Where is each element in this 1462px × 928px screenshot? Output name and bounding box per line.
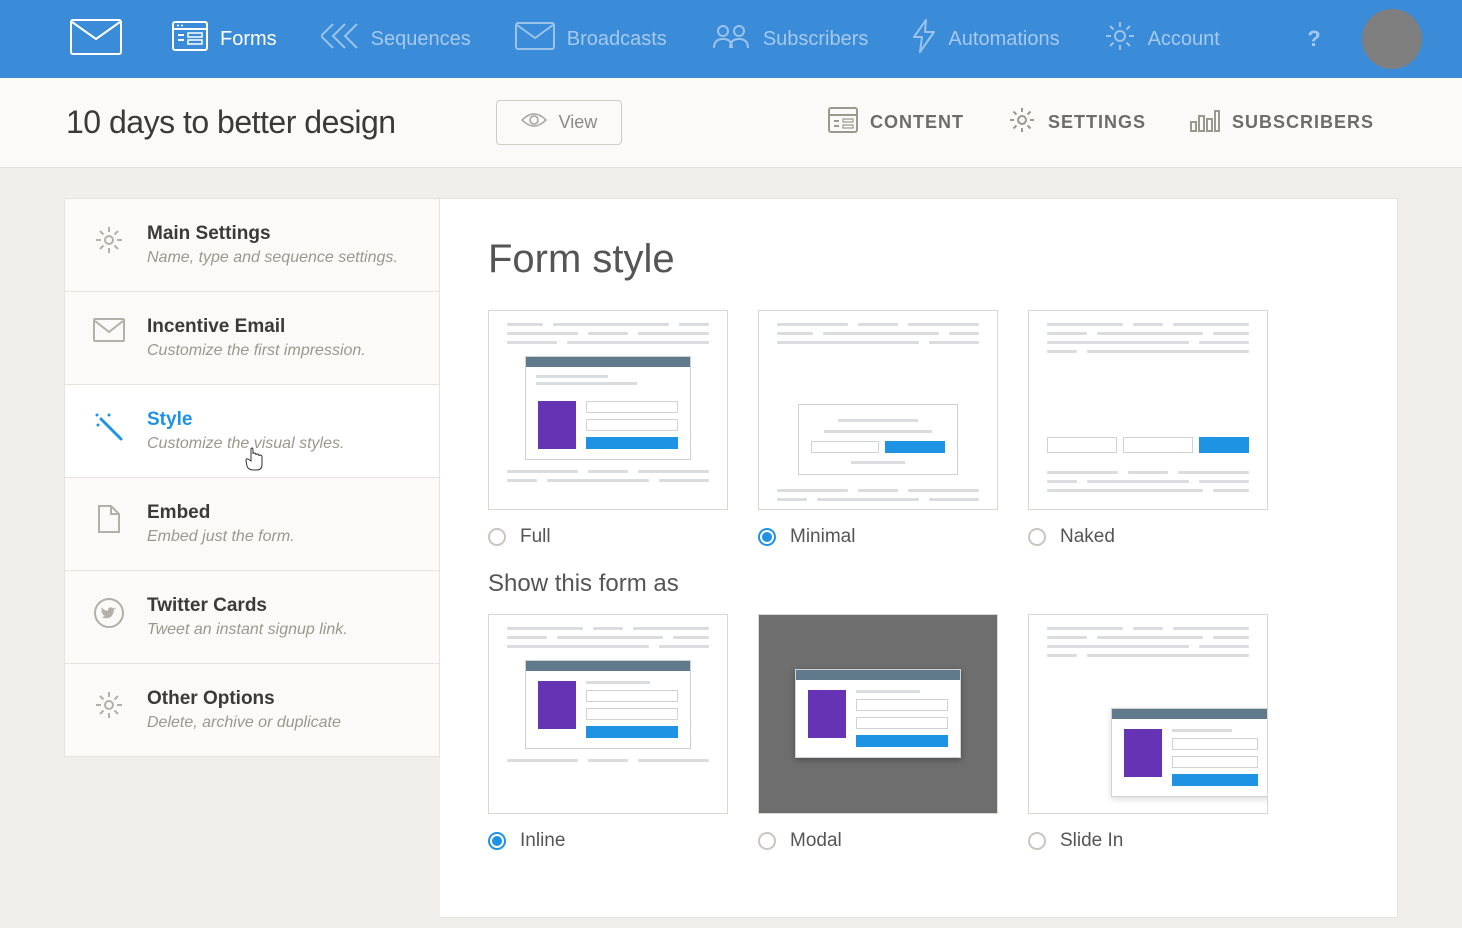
view-button[interactable]: View	[496, 100, 623, 145]
content-panel: Form style	[440, 198, 1398, 918]
style-preview-minimal[interactable]	[758, 310, 998, 510]
form-display-options: Inline	[488, 614, 1349, 852]
nav-subscribers-label: Subscribers	[763, 28, 869, 51]
radio-style-full[interactable]	[488, 528, 506, 546]
sidebar-item-label: Style	[147, 409, 344, 431]
magic-wand-icon	[93, 409, 125, 443]
content-tab-icon	[828, 107, 858, 138]
nav-automations[interactable]: Automations	[890, 0, 1081, 78]
sidebar-item-label: Twitter Cards	[147, 595, 348, 617]
radio-style-naked-label[interactable]: Naked	[1060, 526, 1115, 548]
section-heading: Form style	[488, 237, 1349, 282]
main-area: Main Settings Name, type and sequence se…	[0, 168, 1462, 918]
help-button[interactable]: ?	[1296, 21, 1332, 57]
radio-style-minimal-label[interactable]: Minimal	[790, 526, 855, 548]
app-logo-icon[interactable]	[70, 19, 122, 60]
nav-subscribers[interactable]: Subscribers	[689, 0, 891, 78]
settings-sidebar: Main Settings Name, type and sequence se…	[64, 198, 440, 757]
sidebar-item-twitter-cards[interactable]: Twitter Cards Tweet an instant signup li…	[65, 571, 439, 664]
tab-content[interactable]: CONTENT	[806, 78, 986, 168]
sidebar-item-desc: Delete, archive or duplicate	[147, 714, 341, 732]
sidebar-item-embed[interactable]: Embed Embed just the form.	[65, 478, 439, 571]
nav-forms-label: Forms	[220, 28, 277, 51]
settings-tab-icon	[1008, 106, 1036, 139]
broadcasts-icon	[515, 22, 555, 56]
sidebar-item-label: Incentive Email	[147, 316, 366, 338]
nav-automations-label: Automations	[948, 28, 1059, 51]
radio-display-inline-label[interactable]: Inline	[520, 830, 565, 852]
subscribers-icon	[711, 22, 751, 56]
subscribers-tab-icon	[1190, 108, 1220, 137]
sidebar-item-desc: Name, type and sequence settings.	[147, 249, 398, 267]
nav-forms[interactable]: Forms	[150, 0, 299, 78]
forms-icon	[172, 21, 208, 57]
style-preview-naked[interactable]	[1028, 310, 1268, 510]
document-icon	[93, 502, 125, 534]
radio-display-slidein-label[interactable]: Slide In	[1060, 830, 1123, 852]
nav-broadcasts-label: Broadcasts	[567, 28, 667, 51]
twitter-icon	[93, 595, 125, 629]
display-preview-modal[interactable]	[758, 614, 998, 814]
radio-style-naked[interactable]	[1028, 528, 1046, 546]
form-style-options: Full	[488, 310, 1349, 548]
sidebar-item-other-options[interactable]: Other Options Delete, archive or duplica…	[65, 664, 439, 756]
gear-icon	[93, 223, 125, 255]
account-icon	[1104, 20, 1136, 58]
display-preview-inline[interactable]	[488, 614, 728, 814]
envelope-icon	[93, 316, 125, 342]
nav-sequences[interactable]: Sequences	[299, 0, 493, 78]
sidebar-item-main-settings[interactable]: Main Settings Name, type and sequence se…	[65, 199, 439, 292]
sequences-icon	[321, 22, 359, 56]
nav-sequences-label: Sequences	[371, 28, 471, 51]
tab-subscribers-label: SUBSCRIBERS	[1232, 112, 1374, 133]
style-preview-full[interactable]	[488, 310, 728, 510]
tab-settings[interactable]: SETTINGS	[986, 78, 1168, 168]
tab-subscribers[interactable]: SUBSCRIBERS	[1168, 78, 1396, 168]
radio-display-modal-label[interactable]: Modal	[790, 830, 842, 852]
gear-icon	[93, 688, 125, 720]
display-heading: Show this form as	[488, 570, 1349, 598]
sidebar-item-incentive-email[interactable]: Incentive Email Customize the first impr…	[65, 292, 439, 385]
view-button-label: View	[559, 112, 598, 133]
tab-content-label: CONTENT	[870, 112, 964, 133]
automations-icon	[912, 19, 936, 59]
sidebar-item-label: Embed	[147, 502, 295, 524]
eye-icon	[521, 111, 547, 134]
nav-account-label: Account	[1148, 28, 1220, 51]
sidebar-item-label: Other Options	[147, 688, 341, 710]
sidebar-item-style[interactable]: Style Customize the visual styles.	[65, 385, 439, 478]
avatar[interactable]	[1362, 9, 1422, 69]
sidebar-item-desc: Tweet an instant signup link.	[147, 621, 348, 639]
radio-display-inline[interactable]	[488, 832, 506, 850]
radio-display-modal[interactable]	[758, 832, 776, 850]
display-preview-slidein[interactable]	[1028, 614, 1268, 814]
top-nav: Forms Sequences Broadcasts Subscribers A…	[0, 0, 1462, 78]
nav-account[interactable]: Account	[1082, 0, 1242, 78]
radio-style-full-label[interactable]: Full	[520, 526, 551, 548]
sidebar-item-desc: Customize the first impression.	[147, 342, 366, 360]
sidebar-item-desc: Embed just the form.	[147, 528, 295, 546]
sidebar-item-label: Main Settings	[147, 223, 398, 245]
radio-display-slidein[interactable]	[1028, 832, 1046, 850]
tab-settings-label: SETTINGS	[1048, 112, 1146, 133]
page-toolbar: 10 days to better design View CONTENT SE…	[0, 78, 1462, 168]
nav-broadcasts[interactable]: Broadcasts	[493, 0, 689, 78]
sidebar-item-desc: Customize the visual styles.	[147, 435, 344, 453]
page-title: 10 days to better design	[66, 104, 396, 141]
radio-style-minimal[interactable]	[758, 528, 776, 546]
